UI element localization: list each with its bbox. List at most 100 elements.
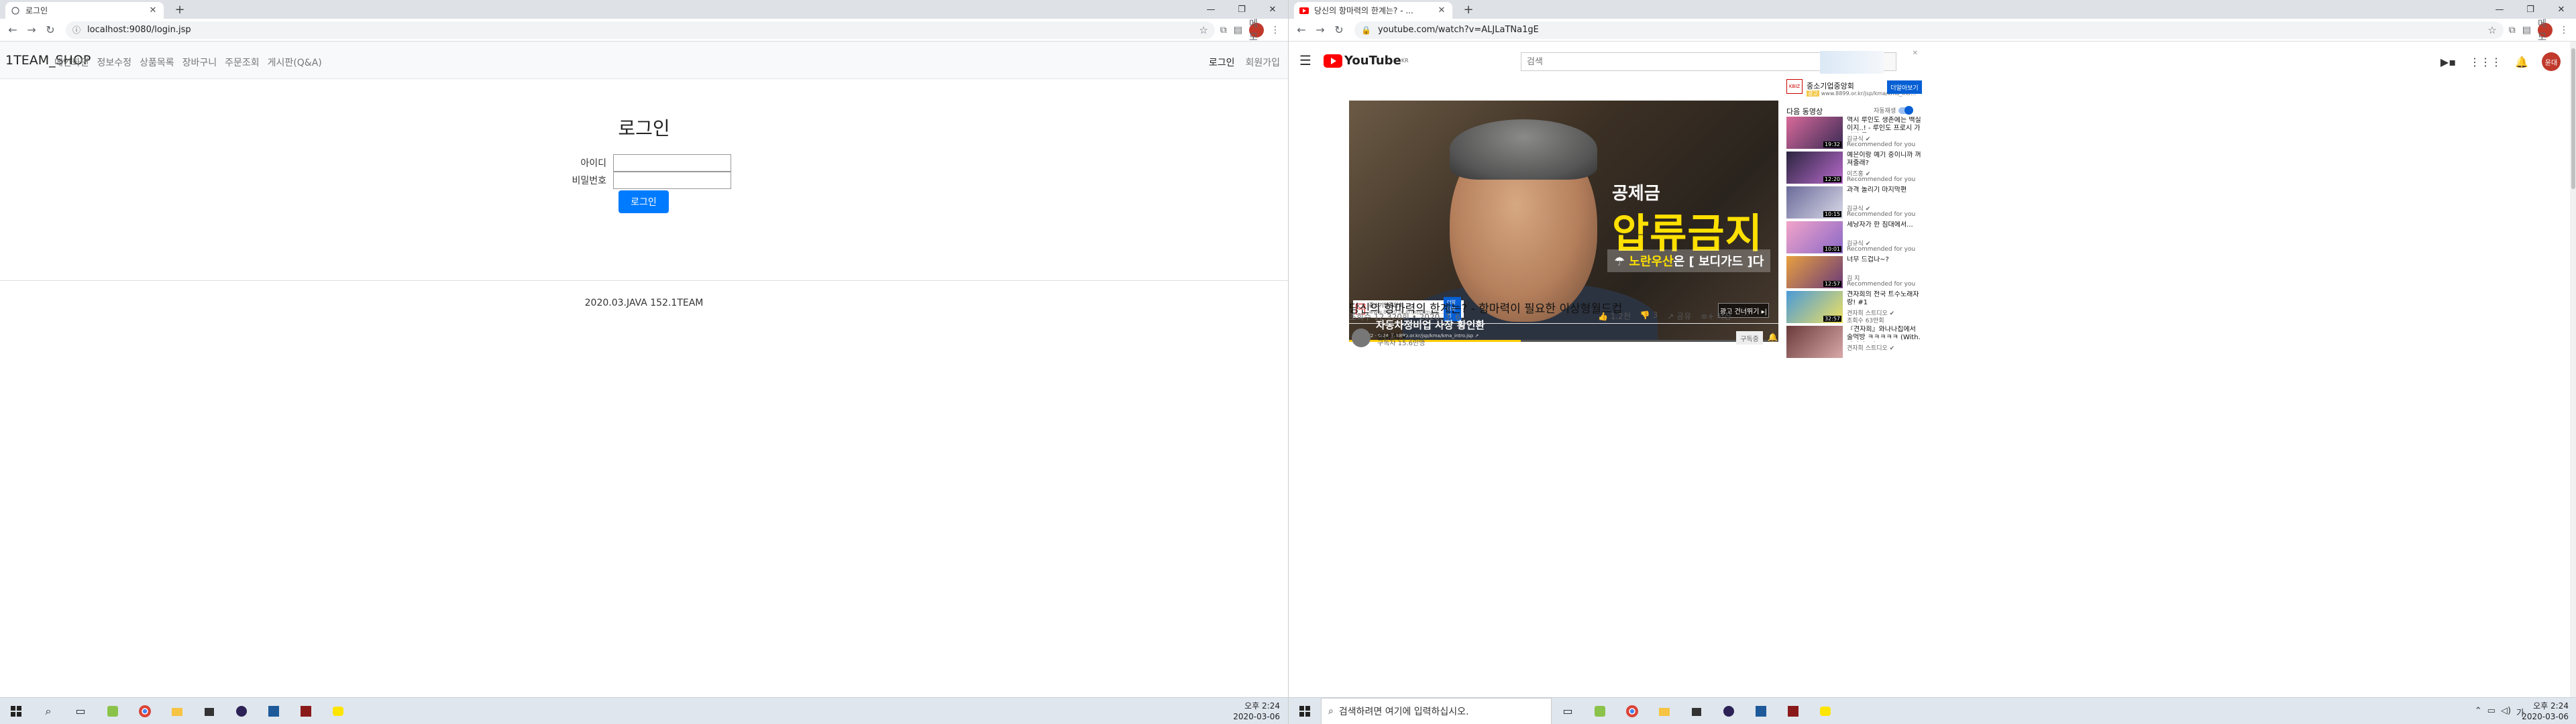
dislike-button[interactable]: 👎 3 <box>1640 310 1658 322</box>
nav-edit-info[interactable]: 정보수정 <box>97 56 132 69</box>
close-tab-icon[interactable]: ✕ <box>148 5 158 15</box>
recommendation-title[interactable]: 예은이랑 예기 중이니까 꺼져줄래? <box>1847 152 1922 168</box>
new-tab-icon[interactable]: + <box>173 3 186 17</box>
hamburger-menu-icon[interactable]: ☰ <box>1299 52 1311 68</box>
id-input[interactable] <box>613 154 731 172</box>
nav-signup[interactable]: 회원가입 <box>1245 56 1280 69</box>
bookmark-star-icon[interactable]: ☆ <box>1199 24 1208 36</box>
app-icon-2[interactable] <box>1745 698 1777 724</box>
app-icon[interactable] <box>97 698 129 724</box>
nav-board[interactable]: 게시판(Q&A) <box>268 56 322 69</box>
video-thumbnail[interactable]: 32:57 <box>1786 291 1843 323</box>
recommendation-item[interactable]: 10:01 세낭자가 한 침대에서... 김규식 ✔ Recommended for … <box>1786 221 1921 255</box>
channel-avatar[interactable] <box>1352 328 1371 347</box>
password-input[interactable] <box>613 172 731 189</box>
back-icon[interactable]: ← <box>4 21 21 39</box>
more-actions-icon[interactable]: ⋯ <box>1741 310 1749 322</box>
close-tab-icon[interactable]: ✕ <box>1436 5 1447 15</box>
file-explorer-icon[interactable] <box>1648 698 1680 724</box>
account-avatar[interactable]: 윤대 <box>2542 52 2561 71</box>
network-icon[interactable]: ▭ <box>2487 706 2496 719</box>
recommendation-item[interactable]: 『견자희』와나나집에서 술먹방 ㅋㅋㅋㅋㅋ (With. 와나나, 랑... 견자… <box>1786 326 1921 359</box>
menu-dots-icon[interactable]: ⋮ <box>1271 25 1280 36</box>
apps-grid-icon[interactable]: ⋮⋮⋮ <box>2469 56 2502 68</box>
forward-icon[interactable]: → <box>23 21 40 39</box>
video-thumbnail[interactable]: 12:20 <box>1786 152 1843 184</box>
menu-dots-icon[interactable]: ⋮ <box>2559 25 2569 36</box>
clock[interactable]: 오후 2:24 2020-03-06 <box>2522 701 2569 722</box>
bookmark-star-icon[interactable]: ☆ <box>2487 24 2496 36</box>
address-bar[interactable]: 🔒 youtube.com/watch?v=ALJLaTNa1gE ☆ <box>1354 21 2504 39</box>
scrollbar-thumb[interactable] <box>2571 48 2575 189</box>
youtube-logo[interactable]: YouTube KR <box>1324 54 1409 68</box>
app-icon[interactable] <box>1584 698 1616 724</box>
app-icon-2[interactable] <box>258 698 290 724</box>
profile-avatar[interactable]: 메모 <box>1249 19 1264 43</box>
minimize-icon[interactable]: — <box>2484 0 2515 19</box>
tab-youtube[interactable]: 당신의 항마력의 한계는? - ... ✕ <box>1294 2 1452 19</box>
nav-cart[interactable]: 장바구니 <box>182 56 217 69</box>
recommendation-item[interactable]: 32:57 견자희의 전국 트수노래자랑! #1 견자희 스트디오 ✔ 조회수 63만… <box>1786 291 1921 324</box>
recommendation-title[interactable]: 과격 놀리기 마지막편 <box>1847 186 1922 194</box>
reload-icon[interactable]: ↻ <box>1330 21 1348 39</box>
extension-icon-2[interactable]: ▤ <box>2522 25 2531 36</box>
nav-main[interactable]: 메인화면 <box>54 56 89 69</box>
nav-products[interactable]: 상품목록 <box>140 56 174 69</box>
recommendation-item[interactable]: 10:15 과격 놀리기 마지막편 김규식 ✔ Recommended for you <box>1786 186 1921 220</box>
kakaotalk-icon[interactable] <box>322 698 354 724</box>
store-icon[interactable] <box>1680 698 1713 724</box>
reload-icon[interactable]: ↻ <box>42 21 59 39</box>
subscribe-button[interactable]: 구독중 <box>1736 331 1763 345</box>
eclipse-icon[interactable] <box>1713 698 1745 724</box>
ad-cta-button[interactable]: 더알아보기 <box>1887 80 1922 94</box>
forward-icon[interactable]: → <box>1311 21 1329 39</box>
file-explorer-icon[interactable] <box>161 698 193 724</box>
recommendation-item[interactable]: 12:57 너무 드겁나~? 김 지 Recommended for you <box>1786 256 1921 290</box>
windows-start-icon[interactable] <box>1289 698 1321 724</box>
back-icon[interactable]: ← <box>1293 21 1310 39</box>
save-button[interactable]: ≡+ 저장 <box>1701 310 1731 322</box>
store-icon[interactable] <box>193 698 225 724</box>
extension-icon[interactable]: ⧉ <box>1220 25 1227 36</box>
nav-login[interactable]: 로그인 <box>1209 56 1235 69</box>
autoplay-switch[interactable] <box>1898 105 1914 115</box>
recommendation-title[interactable]: 『견자희』와나나집에서 술먹방 ㅋㅋㅋㅋㅋ (With. 와나나, 랑... <box>1847 326 1922 342</box>
nav-orders[interactable]: 주문조회 <box>225 56 260 69</box>
create-video-icon[interactable]: ▶▪ <box>2440 56 2456 68</box>
share-button[interactable]: ↗ 공유 <box>1667 310 1691 322</box>
video-thumbnail[interactable] <box>1786 326 1843 358</box>
recommendation-item[interactable]: 19:32 역시 루인도 생존에는 백실이지..! - 루인도 프로시 가져갈 물… <box>1786 117 1921 150</box>
chrome-icon[interactable] <box>129 698 161 724</box>
autoplay-toggle[interactable]: 자동재생 <box>1874 105 1914 115</box>
kakaotalk-icon[interactable] <box>1809 698 1841 724</box>
volume-icon[interactable]: ◁) <box>2501 706 2511 719</box>
clock[interactable]: 오후 2:24 2020-03-06 <box>1233 701 1280 722</box>
video-thumbnail[interactable]: 10:15 <box>1786 186 1843 219</box>
notification-bell-icon[interactable]: 🔔 <box>1768 333 1778 342</box>
video-thumbnail[interactable]: 10:01 <box>1786 221 1843 253</box>
task-view-icon[interactable]: ▭ <box>1552 698 1584 724</box>
recommendation-title[interactable]: 세낭자가 한 침대에서... <box>1847 221 1922 229</box>
video-thumbnail[interactable]: 19:32 <box>1786 117 1843 149</box>
video-thumbnail[interactable]: 12:57 <box>1786 256 1843 288</box>
notifications-bell-icon[interactable]: 🔔 <box>2515 56 2528 68</box>
search-icon[interactable]: ⌕ <box>32 698 64 724</box>
recommendation-title[interactable]: 너무 드겁나~? <box>1847 256 1922 264</box>
task-view-icon[interactable]: ▭ <box>64 698 97 724</box>
new-tab-icon[interactable]: + <box>1462 3 1475 17</box>
sidebar-ad-card[interactable]: ✕ KBIZ 중소기업중앙회 광고 www.8899.or.kr/jsp/kma/… <box>1786 50 1922 102</box>
extension-icon[interactable]: ⧉ <box>2509 25 2516 36</box>
app-icon-3[interactable] <box>1777 698 1809 724</box>
page-scrollbar[interactable] <box>2570 42 2576 697</box>
recommendation-item[interactable]: 12:20 예은이랑 예기 중이니까 꺼져줄래? 이즈홍 ✔ Recommended … <box>1786 152 1921 185</box>
tab-login[interactable]: 로그인 ✕ <box>5 2 164 19</box>
address-bar[interactable]: ⓘ localhost:9080/login.jsp ☆ <box>66 21 1215 39</box>
close-ad-icon[interactable]: ✕ <box>1913 50 1918 57</box>
login-button[interactable]: 로그인 <box>619 190 669 213</box>
taskbar-search[interactable]: ⌕ 검색하려면 여기에 입력하십시오. <box>1321 697 1552 724</box>
eclipse-icon[interactable] <box>225 698 258 724</box>
chrome-icon[interactable] <box>1616 698 1648 724</box>
extension-icon-2[interactable]: ▤ <box>1234 25 1242 36</box>
recommendation-title[interactable]: 역시 루인도 생존에는 백실이지..! - 루인도 프로시 가져갈 물... <box>1847 117 1922 133</box>
app-icon-3[interactable] <box>290 698 322 724</box>
